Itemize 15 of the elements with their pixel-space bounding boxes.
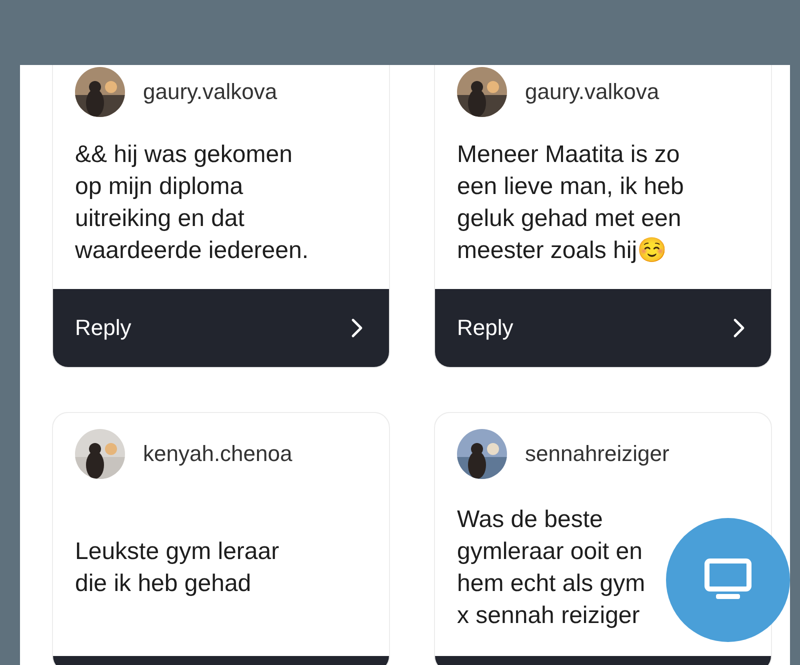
comment-text: Leukste gym leraar die ik heb gehad bbox=[75, 536, 280, 598]
reply-label: Reply bbox=[457, 315, 514, 341]
reply-bar[interactable]: Reply bbox=[435, 289, 771, 367]
username[interactable]: sennahreiziger bbox=[525, 441, 670, 467]
comment-text: && hij was gekomen op mijn diploma uitreiking en dat waardeerde iedereen. bbox=[75, 140, 308, 266]
username[interactable]: gaury.valkova bbox=[525, 79, 660, 105]
username[interactable]: gaury.valkova bbox=[143, 79, 278, 105]
chevron-right-icon bbox=[351, 318, 363, 338]
comment-text: Meneer Maatita is zo een lieve man, ik heb geluk gehad met een meester zoals hij☺ bbox=[457, 140, 684, 266]
username[interactable]: kenyah.chenoa bbox=[143, 441, 292, 467]
reply-bar[interactable]: Reply bbox=[53, 289, 389, 367]
monitor-icon bbox=[704, 558, 752, 602]
reply-label: Reply bbox=[75, 315, 132, 341]
chevron-right-icon bbox=[733, 318, 745, 338]
comment-text: Was de beste gymleraar ooit en hem echt als gym x sennah reiziger bbox=[457, 504, 646, 630]
